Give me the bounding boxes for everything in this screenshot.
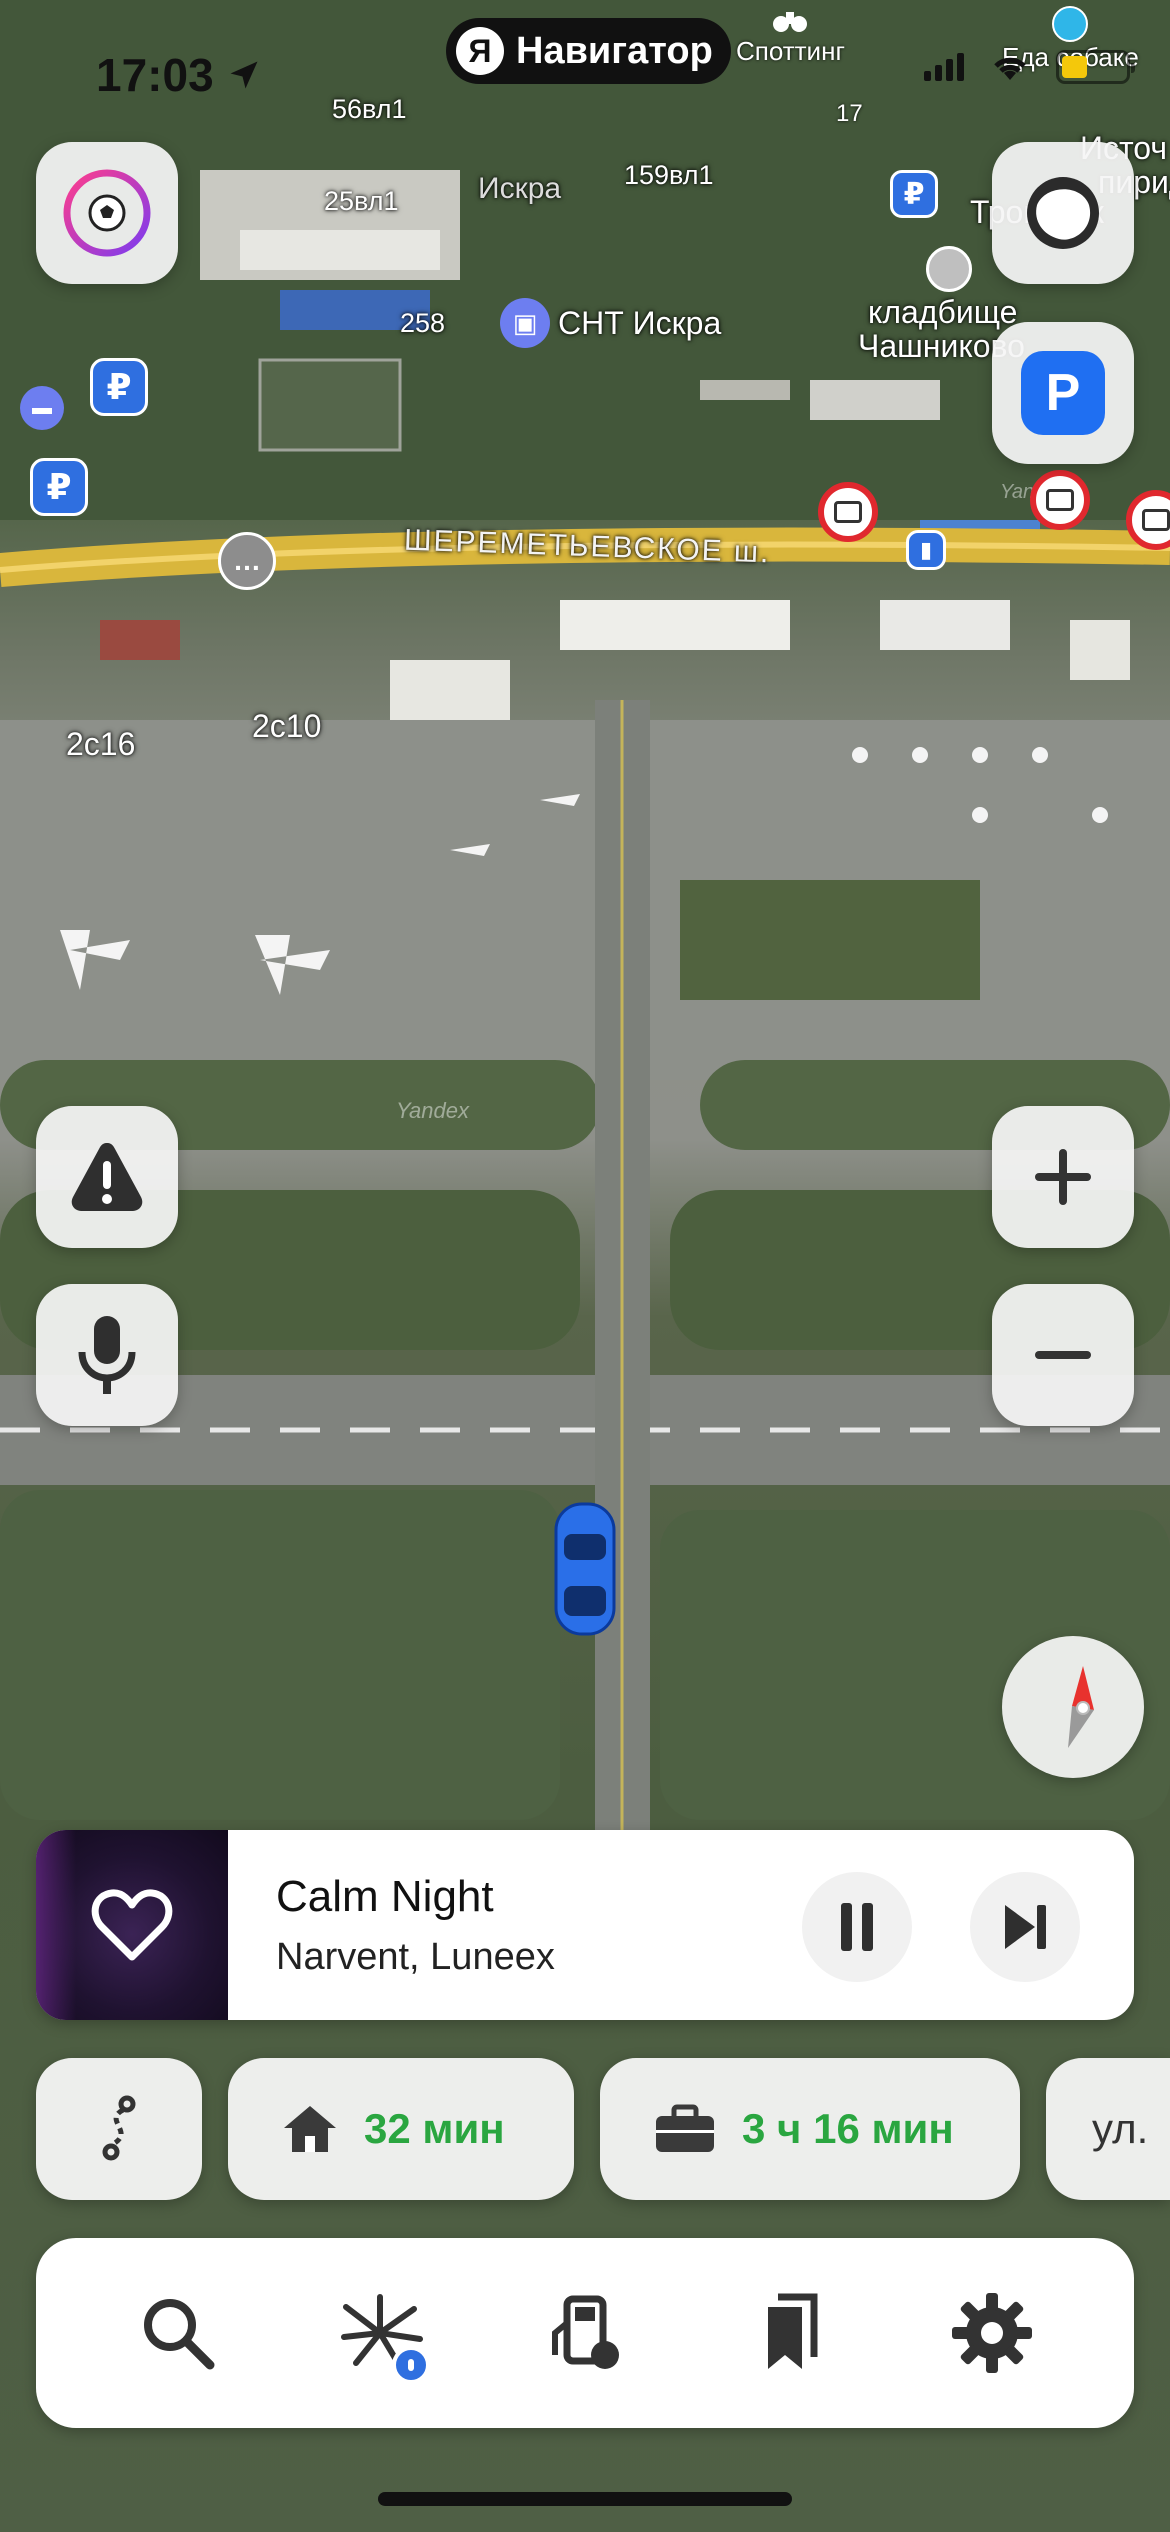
gas-station-button[interactable] [530, 2278, 640, 2388]
alice-assistant-button[interactable] [992, 142, 1134, 284]
route-icon [102, 2095, 136, 2161]
cemetery-icon[interactable] [926, 246, 972, 292]
location-arrow-icon [230, 61, 258, 89]
user-car-icon [554, 1502, 616, 1636]
profile-button[interactable] [36, 142, 178, 284]
minus-icon [1035, 1351, 1091, 1359]
app-name-pill[interactable]: Я Навигатор [446, 18, 731, 84]
map-label-village: Искра [478, 172, 562, 205]
map-label-building: 2с10 [252, 708, 322, 744]
hotel-icon[interactable]: ▬ [20, 386, 64, 430]
parking-button[interactable]: P [992, 322, 1134, 464]
binoculars-icon [773, 12, 808, 32]
route-work-chip[interactable]: 3 ч 16 мин [600, 2058, 1020, 2200]
route-home-chip[interactable]: 32 мин [228, 2058, 574, 2200]
plus-icon [1035, 1149, 1091, 1205]
map-label-building: 25вл1 [324, 186, 399, 216]
map-label-building: 2с16 [66, 726, 136, 762]
paid-parking-icon[interactable]: ₽ [30, 458, 88, 516]
pause-icon [841, 1903, 873, 1951]
track-artist: Narvent, Luneex [276, 1936, 555, 1978]
route-home-time: 32 мин [364, 2105, 505, 2152]
spotting-overlay[interactable]: Споттинг [736, 6, 845, 67]
wifi-icon [994, 57, 1026, 80]
route-work-time: 3 ч 16 мин [742, 2105, 954, 2152]
road-comment-icon[interactable]: … [218, 532, 276, 590]
bookmarks-icon [767, 2293, 818, 2369]
speed-camera-icon[interactable] [1030, 470, 1090, 530]
gas-station-icon [551, 2295, 619, 2369]
events-button[interactable] [326, 2278, 436, 2388]
home-icon [284, 2106, 336, 2152]
report-incident-button[interactable] [36, 1106, 178, 1248]
search-icon [143, 2299, 215, 2370]
status-time: 17:03 [96, 48, 262, 102]
speed-camera-icon[interactable] [818, 482, 878, 542]
bookmarks-button[interactable] [734, 2278, 844, 2388]
next-track-button[interactable] [970, 1872, 1080, 1982]
alert-triangle-icon [71, 1143, 143, 1211]
parking-icon: P [1021, 351, 1105, 435]
soccer-ball-icon [63, 169, 151, 257]
settings-button[interactable] [937, 2278, 1047, 2388]
heart-icon[interactable] [90, 1887, 174, 1963]
settings-icon [952, 2293, 1033, 2373]
briefcase-icon [656, 2104, 714, 2152]
yandex-logo: Я [456, 27, 504, 75]
zoom-in-button[interactable] [992, 1106, 1134, 1248]
paid-parking-icon[interactable]: ₽ [90, 358, 148, 416]
next-track-icon [1005, 1905, 1046, 1949]
search-button[interactable] [123, 2278, 233, 2388]
spotting-label: Споттинг [736, 36, 845, 66]
compass-button[interactable] [1002, 1636, 1144, 1778]
map-poi-snt-iskra[interactable]: ▣ СНТ Искра [500, 298, 721, 348]
map-label-building: 159вл1 [624, 160, 714, 190]
bus-stop-icon[interactable]: ▮ [906, 530, 946, 570]
app-title: Навигатор [516, 29, 713, 72]
battery-icon [1056, 50, 1135, 84]
alice-orb-icon [1027, 177, 1099, 249]
track-title: Calm Night [276, 1872, 494, 1921]
album-cover[interactable] [36, 1830, 228, 2020]
microphone-icon [78, 1316, 136, 1394]
notification-badge [392, 2346, 431, 2384]
map-watermark: Yandex [396, 1098, 469, 1123]
battery-level [1062, 56, 1087, 78]
paid-parking-icon[interactable]: ₽ [890, 170, 938, 218]
music-player-card[interactable]: Calm Night Narvent, Luneex [36, 1830, 1134, 2020]
spotting-count: 17 [836, 100, 863, 127]
map-label-cemetery: кладбище [868, 294, 1018, 330]
pause-button[interactable] [802, 1872, 912, 1982]
cellular-signal-icon [924, 53, 964, 81]
route-overview-button[interactable] [36, 2058, 202, 2200]
map-label-building: 56вл1 [332, 94, 407, 124]
home-indicator[interactable] [378, 2492, 792, 2506]
status-indicators [924, 50, 1135, 84]
bottom-toolbar [36, 2238, 1134, 2428]
route-street-chip[interactable]: ул. [1046, 2058, 1170, 2200]
map-label-number: 258 [400, 308, 446, 338]
zoom-out-button[interactable] [992, 1284, 1134, 1426]
voice-input-button[interactable] [36, 1284, 178, 1426]
paw-icon [1052, 6, 1089, 42]
briefcase-icon: ▣ [500, 298, 550, 348]
route-street-label: ул. [1092, 2105, 1149, 2152]
compass-icon [1068, 1666, 1094, 1748]
